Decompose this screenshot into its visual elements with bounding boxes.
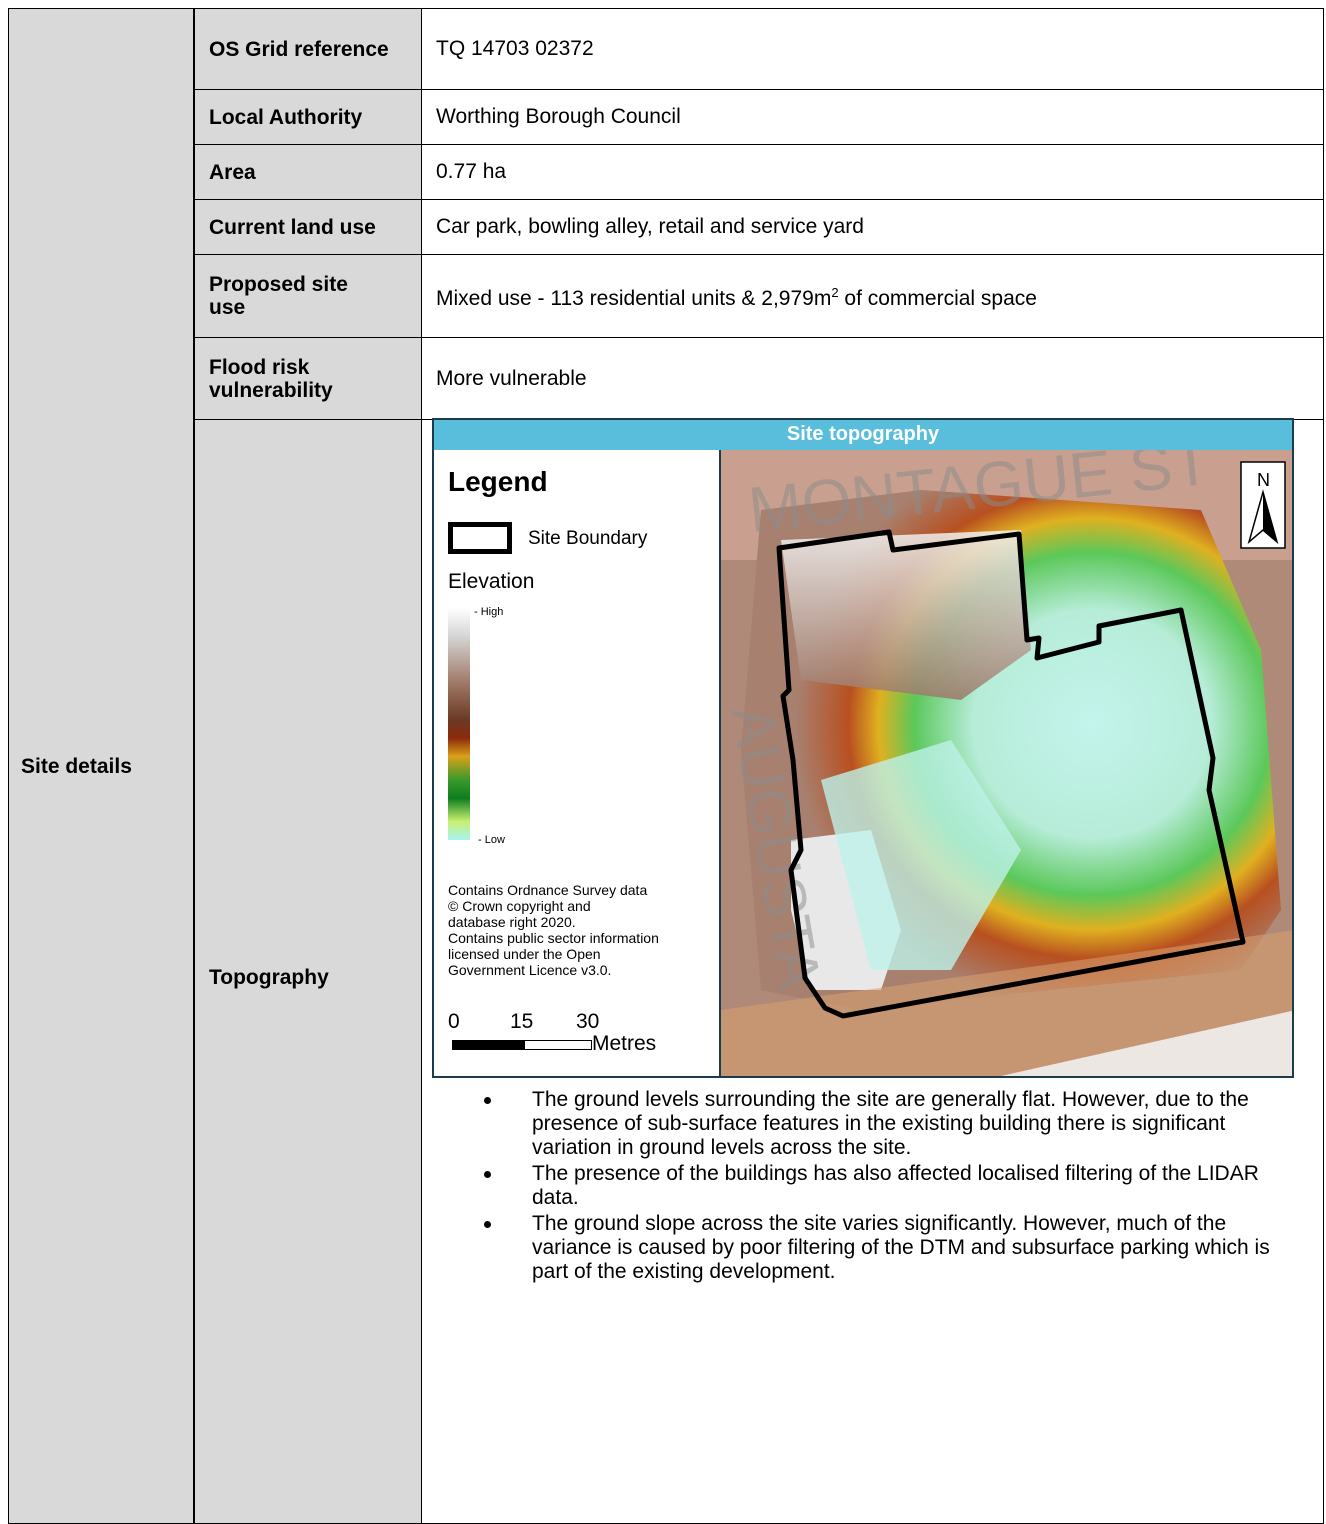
copyright-line: Contains public sector information — [448, 930, 659, 946]
map-legend: Legend Site Boundary Elevation - High - … — [434, 450, 721, 1076]
copyright-line: database right 2020. — [448, 914, 576, 930]
elevation-label: Elevation — [448, 570, 535, 593]
bullet-item: The ground levels surrounding the site a… — [480, 1088, 1310, 1160]
value-cell: TQ 14703 02372 — [421, 8, 1324, 90]
bullet-dot — [484, 1097, 491, 1104]
label-cell: Local Authority — [194, 89, 422, 145]
elevation-ramp — [448, 608, 470, 840]
elevation-high-label: - High — [474, 606, 504, 618]
section-cell: Site details — [8, 8, 194, 1524]
site-boundary-swatch — [448, 522, 512, 554]
row-label-local-authority: Local Authority — [209, 105, 363, 129]
high-ground-nw — [781, 530, 1031, 700]
superscript: 2 — [831, 285, 839, 300]
copyright-line: Contains Ordnance Survey data — [448, 882, 648, 898]
row-label-os-grid: OS Grid reference — [209, 37, 389, 61]
label-cell: Area — [194, 144, 422, 200]
site-boundary-label: Site Boundary — [528, 528, 648, 549]
label-cell: Proposed site use — [194, 254, 422, 338]
row-label-proposed-site-use: Proposed site use — [209, 273, 348, 319]
row-label-flood-risk: Flood risk vulnerability — [209, 355, 333, 402]
scale-bar-filled — [452, 1040, 526, 1050]
value-text-suffix: of commercial space — [838, 287, 1037, 310]
row-value-proposed-site-use: Mixed use - 113 residential units & 2,97… — [422, 281, 1037, 311]
bullet-item: The ground slope across the site varies … — [480, 1212, 1310, 1284]
row-value-area: 0.77 ha — [436, 160, 507, 183]
elevation-low-label: - Low — [478, 834, 505, 846]
scale-tick-30: 30 — [576, 1010, 600, 1033]
bullet-text: The ground levels surrounding the site a… — [532, 1088, 1249, 1159]
label-cell: Topography — [194, 419, 422, 1524]
row-value-flood-risk: More vulnerable — [436, 366, 587, 390]
bullet-dot — [484, 1221, 491, 1228]
label-cell: Flood risk vulnerability — [194, 337, 422, 420]
bullet-text: The ground slope across the site varies … — [532, 1212, 1270, 1283]
row-value-local-authority: Worthing Borough Council — [436, 105, 681, 128]
scale-tick-15: 15 — [510, 1010, 534, 1033]
section-label: Site details — [21, 754, 132, 778]
row-label-area: Area — [209, 160, 256, 184]
copyright-line: licensed under the Open — [448, 946, 601, 962]
topography-bullets: The ground levels surrounding the site a… — [480, 1088, 1310, 1286]
map-svg: MONTAGUE ST AUGUSTA N — [721, 450, 1292, 1076]
topography-map: Site topography Legend Site Boundary Ele… — [432, 418, 1294, 1078]
bullet-item: The presence of the buildings has also a… — [480, 1162, 1310, 1210]
scale-unit: Metres — [592, 1032, 657, 1055]
scale-bar-empty — [524, 1040, 592, 1050]
value-cell: Car park, bowling alley, retail and serv… — [421, 199, 1324, 255]
elevation-map-image: MONTAGUE ST AUGUSTA N — [721, 450, 1292, 1076]
copyright-line: Government Licence v3.0. — [448, 962, 612, 978]
value-cell: Worthing Borough Council — [421, 89, 1324, 145]
map-title: Site topography — [434, 420, 1292, 452]
bullet-dot — [484, 1171, 491, 1178]
label-cell: OS Grid reference — [194, 8, 422, 90]
copyright-line: © Crown copyright and — [448, 898, 591, 914]
value-cell: 0.77 ha — [421, 144, 1324, 200]
row-value-os-grid: TQ 14703 02372 — [436, 37, 594, 60]
legend-heading: Legend — [448, 466, 548, 497]
north-label: N — [1257, 470, 1270, 490]
scale-tick-0: 0 — [448, 1010, 460, 1033]
copyright-text: Contains Ordnance Survey data © Crown co… — [448, 882, 659, 978]
value-text: Mixed use - 113 residential units & 2,97… — [436, 287, 832, 310]
value-cell: Mixed use - 113 residential units & 2,97… — [421, 254, 1324, 338]
row-label-current-land-use: Current land use — [209, 215, 376, 239]
label-cell: Current land use — [194, 199, 422, 255]
row-value-current-land-use: Car park, bowling alley, retail and serv… — [436, 215, 864, 238]
row-label-topography: Topography — [209, 966, 329, 989]
value-cell: More vulnerable — [421, 337, 1324, 420]
bullet-text: The presence of the buildings has also a… — [532, 1162, 1259, 1209]
